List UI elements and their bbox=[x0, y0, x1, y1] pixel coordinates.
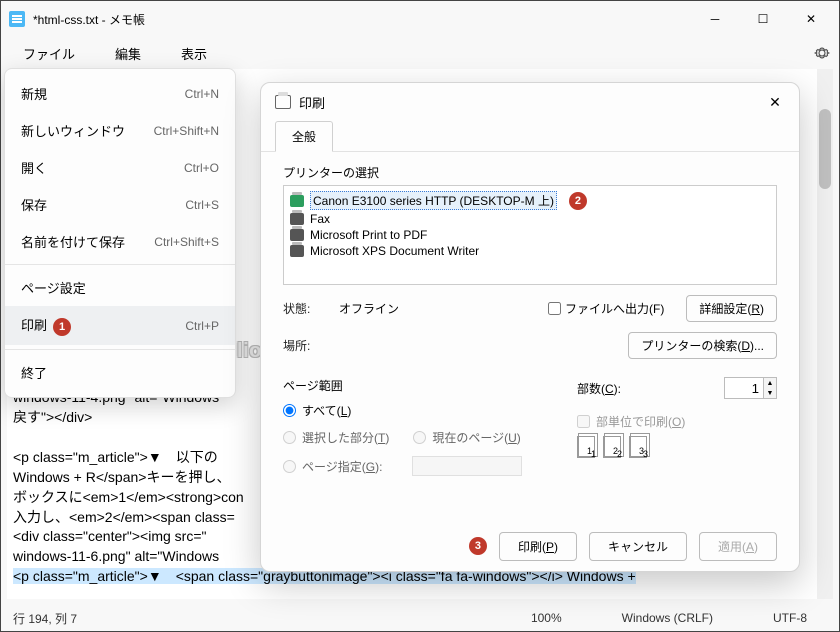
print-to-file-checkbox[interactable]: ファイルへ出力(F) bbox=[548, 300, 664, 317]
scrollbar-thumb[interactable] bbox=[819, 109, 831, 189]
copies-input[interactable] bbox=[724, 377, 764, 399]
menubar: ファイル 編集 表示 bbox=[1, 37, 839, 69]
printer-list[interactable]: Canon E3100 series HTTP (DESKTOP-M 上)2 F… bbox=[283, 185, 777, 285]
statusbar: 行 194, 列 7 100% Windows (CRLF) UTF-8 bbox=[1, 605, 839, 631]
cancel-button[interactable]: キャンセル bbox=[589, 532, 687, 561]
menu-new[interactable]: 新規Ctrl+N bbox=[5, 75, 235, 112]
collate-checkbox: 部単位で印刷(O) bbox=[577, 413, 777, 430]
printer-icon bbox=[275, 95, 291, 109]
range-current-radio[interactable]: 現在のページ(U) bbox=[413, 429, 520, 446]
printer-icon bbox=[290, 213, 304, 225]
apply-button: 適用(A) bbox=[699, 532, 777, 561]
dialog-tabs: 全般 bbox=[261, 121, 799, 152]
menu-separator bbox=[5, 264, 235, 265]
printer-item[interactable]: Microsoft Print to PDF bbox=[290, 227, 770, 243]
printer-select-label: プリンターの選択 bbox=[283, 164, 777, 181]
badge-3: 3 bbox=[469, 537, 487, 555]
dialog-title: 印刷 bbox=[299, 93, 761, 112]
close-button[interactable]: ✕ bbox=[799, 7, 823, 31]
printer-icon bbox=[290, 245, 304, 257]
menu-new-window[interactable]: 新しいウィンドウCtrl+Shift+N bbox=[5, 112, 235, 149]
range-all-radio[interactable]: すべて(L) bbox=[283, 402, 351, 419]
notepad-icon bbox=[9, 11, 25, 27]
status-eol: Windows (CRLF) bbox=[622, 611, 713, 625]
status-label: 状態: bbox=[283, 300, 329, 317]
print-button[interactable]: 印刷(P) bbox=[499, 532, 577, 561]
menu-save[interactable]: 保存Ctrl+S bbox=[5, 186, 235, 223]
vertical-scrollbar[interactable] bbox=[817, 69, 833, 599]
printer-item-selected[interactable]: Canon E3100 series HTTP (DESKTOP-M 上)2 bbox=[290, 190, 770, 211]
menu-page-setup[interactable]: ページ設定 bbox=[5, 269, 235, 306]
page-range-label: ページ範囲 bbox=[283, 377, 547, 394]
window-title: *html-css.txt - メモ帳 bbox=[33, 11, 703, 28]
tab-general[interactable]: 全般 bbox=[275, 121, 333, 152]
location-label: 場所: bbox=[283, 337, 329, 354]
range-pages-radio[interactable]: ページ指定(G): bbox=[283, 458, 382, 475]
status-position: 行 194, 列 7 bbox=[13, 610, 77, 627]
maximize-button[interactable]: ☐ bbox=[751, 7, 775, 31]
settings-button[interactable] bbox=[813, 44, 831, 62]
menu-print[interactable]: 印刷1Ctrl+P bbox=[5, 306, 235, 345]
badge-2: 2 bbox=[569, 192, 587, 210]
gear-icon bbox=[813, 44, 831, 62]
menu-exit[interactable]: 終了 bbox=[5, 354, 235, 391]
menu-edit[interactable]: 編集 bbox=[101, 40, 155, 67]
printer-item[interactable]: Fax bbox=[290, 211, 770, 227]
collate-icon: 11 22 33 bbox=[577, 436, 777, 458]
badge-1: 1 bbox=[53, 318, 71, 336]
print-dialog: 印刷 ✕ 全般 プリンターの選択 Canon E3100 series HTTP… bbox=[260, 82, 800, 572]
dialog-header: 印刷 ✕ bbox=[261, 83, 799, 121]
menu-separator bbox=[5, 349, 235, 350]
range-selection-radio[interactable]: 選択した部分(T) bbox=[283, 429, 389, 446]
printer-item[interactable]: Microsoft XPS Document Writer bbox=[290, 243, 770, 259]
menu-view[interactable]: 表示 bbox=[167, 40, 221, 67]
printer-icon bbox=[290, 195, 304, 207]
file-menu: 新規Ctrl+N 新しいウィンドウCtrl+Shift+N 開くCtrl+O 保… bbox=[4, 68, 236, 398]
find-printer-button[interactable]: プリンターの検索(D)... bbox=[628, 332, 777, 359]
copies-down-button[interactable]: ▼ bbox=[764, 388, 776, 398]
minimize-button[interactable]: － bbox=[703, 7, 727, 31]
status-zoom: 100% bbox=[531, 611, 562, 625]
copies-up-button[interactable]: ▲ bbox=[764, 378, 776, 388]
page-range-input[interactable] bbox=[412, 456, 522, 476]
preferences-button[interactable]: 詳細設定(R) bbox=[686, 295, 777, 322]
copies-label: 部数(C): bbox=[577, 380, 621, 397]
status-encoding: UTF-8 bbox=[773, 611, 807, 625]
printer-icon bbox=[290, 229, 304, 241]
menu-open[interactable]: 開くCtrl+O bbox=[5, 149, 235, 186]
menu-file[interactable]: ファイル bbox=[9, 40, 89, 67]
status-value: オフライン bbox=[339, 300, 459, 317]
titlebar: *html-css.txt - メモ帳 － ☐ ✕ bbox=[1, 1, 839, 37]
dialog-close-button[interactable]: ✕ bbox=[761, 88, 789, 116]
menu-save-as[interactable]: 名前を付けて保存Ctrl+Shift+S bbox=[5, 223, 235, 260]
